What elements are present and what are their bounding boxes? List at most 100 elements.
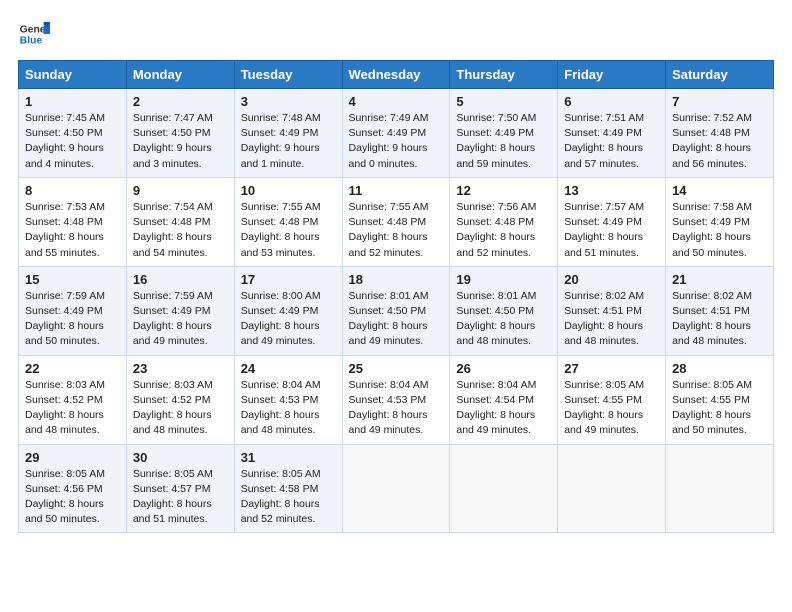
day-info: Sunrise: 8:01 AMSunset: 4:50 PMDaylight:…: [456, 290, 536, 348]
day-number: 11: [349, 183, 444, 198]
day-info: Sunrise: 8:01 AMSunset: 4:50 PMDaylight:…: [349, 290, 429, 348]
calendar-cell: 28Sunrise: 8:05 AMSunset: 4:55 PMDayligh…: [666, 355, 774, 444]
day-info: Sunrise: 7:54 AMSunset: 4:48 PMDaylight:…: [133, 201, 213, 259]
day-info: Sunrise: 8:04 AMSunset: 4:53 PMDaylight:…: [349, 379, 429, 437]
weekday-header: Saturday: [666, 61, 774, 89]
day-info: Sunrise: 8:02 AMSunset: 4:51 PMDaylight:…: [564, 290, 644, 348]
day-info: Sunrise: 8:04 AMSunset: 4:53 PMDaylight:…: [241, 379, 321, 437]
day-number: 7: [672, 94, 767, 109]
day-info: Sunrise: 7:57 AMSunset: 4:49 PMDaylight:…: [564, 201, 644, 259]
day-info: Sunrise: 8:05 AMSunset: 4:56 PMDaylight:…: [25, 468, 105, 526]
day-info: Sunrise: 7:49 AMSunset: 4:49 PMDaylight:…: [349, 112, 429, 170]
calendar-cell: 11 Sunrise: 7:55 AMSunset: 4:48 PMDayligh…: [342, 177, 450, 266]
calendar-cell: 8 Sunrise: 7:53 AMSunset: 4:48 PMDaylight…: [19, 177, 127, 266]
day-number: 22: [25, 361, 120, 376]
day-info: Sunrise: 7:50 AMSunset: 4:49 PMDaylight:…: [456, 112, 536, 170]
day-info: Sunrise: 7:47 AMSunset: 4:50 PMDaylight:…: [133, 112, 213, 170]
day-number: 5: [456, 94, 551, 109]
page: General Blue SundayMondayTuesdayWednesda…: [0, 0, 792, 543]
day-number: 29: [25, 450, 120, 465]
calendar-cell: 18Sunrise: 8:01 AMSunset: 4:50 PMDayligh…: [342, 266, 450, 355]
day-info: Sunrise: 7:59 AMSunset: 4:49 PMDaylight:…: [133, 290, 213, 348]
calendar-cell: 9 Sunrise: 7:54 AMSunset: 4:48 PMDaylight…: [126, 177, 234, 266]
calendar-cell: 22Sunrise: 8:03 AMSunset: 4:52 PMDayligh…: [19, 355, 127, 444]
day-info: Sunrise: 8:00 AMSunset: 4:49 PMDaylight:…: [241, 290, 321, 348]
day-number: 8: [25, 183, 120, 198]
calendar-cell: [558, 444, 666, 533]
calendar-cell: [450, 444, 558, 533]
day-number: 15: [25, 272, 120, 287]
weekday-header: Tuesday: [234, 61, 342, 89]
calendar-week-row: 1 Sunrise: 7:45 AMSunset: 4:50 PMDaylight…: [19, 89, 774, 178]
calendar-week-row: 8 Sunrise: 7:53 AMSunset: 4:48 PMDaylight…: [19, 177, 774, 266]
day-number: 25: [349, 361, 444, 376]
calendar-week-row: 29 Sunrise: 8:05 AMSunset: 4:56 PMDayligh…: [19, 444, 774, 533]
calendar-cell: 30 Sunrise: 8:05 AMSunset: 4:57 PMDayligh…: [126, 444, 234, 533]
day-info: Sunrise: 7:56 AMSunset: 4:48 PMDaylight:…: [456, 201, 536, 259]
day-number: 1: [25, 94, 120, 109]
day-number: 14: [672, 183, 767, 198]
calendar-cell: 16Sunrise: 7:59 AMSunset: 4:49 PMDayligh…: [126, 266, 234, 355]
calendar-week-row: 22Sunrise: 8:03 AMSunset: 4:52 PMDayligh…: [19, 355, 774, 444]
day-info: Sunrise: 7:55 AMSunset: 4:48 PMDaylight:…: [349, 201, 429, 259]
logo-icon: General Blue: [18, 18, 50, 50]
calendar-cell: 15 Sunrise: 7:59 AMSunset: 4:49 PMDayligh…: [19, 266, 127, 355]
calendar-cell: [666, 444, 774, 533]
day-info: Sunrise: 8:02 AMSunset: 4:51 PMDaylight:…: [672, 290, 752, 348]
calendar-cell: 14Sunrise: 7:58 AMSunset: 4:49 PMDayligh…: [666, 177, 774, 266]
calendar-cell: 26 Sunrise: 8:04 AMSunset: 4:54 PMDayligh…: [450, 355, 558, 444]
day-info: Sunrise: 7:45 AMSunset: 4:50 PMDaylight:…: [25, 112, 105, 170]
day-info: Sunrise: 7:53 AMSunset: 4:48 PMDaylight:…: [25, 201, 105, 259]
day-number: 19: [456, 272, 551, 287]
calendar-cell: 25 Sunrise: 8:04 AMSunset: 4:53 PMDayligh…: [342, 355, 450, 444]
header: General Blue: [18, 18, 774, 50]
calendar-cell: 21Sunrise: 8:02 AMSunset: 4:51 PMDayligh…: [666, 266, 774, 355]
calendar-cell: 6 Sunrise: 7:51 AMSunset: 4:49 PMDaylight…: [558, 89, 666, 178]
day-number: 4: [349, 94, 444, 109]
day-number: 6: [564, 94, 659, 109]
day-info: Sunrise: 7:55 AMSunset: 4:48 PMDaylight:…: [241, 201, 321, 259]
calendar-cell: 17 Sunrise: 8:00 AMSunset: 4:49 PMDayligh…: [234, 266, 342, 355]
calendar-cell: 10 Sunrise: 7:55 AMSunset: 4:48 PMDayligh…: [234, 177, 342, 266]
calendar-cell: 24 Sunrise: 8:04 AMSunset: 4:53 PMDayligh…: [234, 355, 342, 444]
day-info: Sunrise: 7:51 AMSunset: 4:49 PMDaylight:…: [564, 112, 644, 170]
calendar-cell: 20 Sunrise: 8:02 AMSunset: 4:51 PMDayligh…: [558, 266, 666, 355]
day-info: Sunrise: 8:05 AMSunset: 4:58 PMDaylight:…: [241, 468, 321, 526]
day-info: Sunrise: 8:04 AMSunset: 4:54 PMDaylight:…: [456, 379, 536, 437]
day-number: 30: [133, 450, 228, 465]
day-number: 3: [241, 94, 336, 109]
weekday-header: Friday: [558, 61, 666, 89]
calendar-cell: 12Sunrise: 7:56 AMSunset: 4:48 PMDayligh…: [450, 177, 558, 266]
calendar-cell: 29 Sunrise: 8:05 AMSunset: 4:56 PMDayligh…: [19, 444, 127, 533]
day-number: 17: [241, 272, 336, 287]
calendar-cell: [342, 444, 450, 533]
calendar-table: SundayMondayTuesdayWednesdayThursdayFrid…: [18, 60, 774, 533]
day-info: Sunrise: 7:48 AMSunset: 4:49 PMDaylight:…: [241, 112, 321, 170]
day-number: 24: [241, 361, 336, 376]
calendar-week-row: 15 Sunrise: 7:59 AMSunset: 4:49 PMDayligh…: [19, 266, 774, 355]
calendar-cell: 2 Sunrise: 7:47 AMSunset: 4:50 PMDaylight…: [126, 89, 234, 178]
day-info: Sunrise: 8:05 AMSunset: 4:55 PMDaylight:…: [564, 379, 644, 437]
calendar-cell: 19 Sunrise: 8:01 AMSunset: 4:50 PMDayligh…: [450, 266, 558, 355]
calendar-cell: 5 Sunrise: 7:50 AMSunset: 4:49 PMDaylight…: [450, 89, 558, 178]
calendar-cell: 1 Sunrise: 7:45 AMSunset: 4:50 PMDaylight…: [19, 89, 127, 178]
day-number: 9: [133, 183, 228, 198]
calendar-cell: 27Sunrise: 8:05 AMSunset: 4:55 PMDayligh…: [558, 355, 666, 444]
day-number: 2: [133, 94, 228, 109]
day-info: Sunrise: 7:59 AMSunset: 4:49 PMDaylight:…: [25, 290, 105, 348]
day-number: 20: [564, 272, 659, 287]
calendar-cell: 4 Sunrise: 7:49 AMSunset: 4:49 PMDaylight…: [342, 89, 450, 178]
logo: General Blue: [18, 18, 50, 50]
svg-text:Blue: Blue: [20, 36, 43, 47]
calendar-cell: 7Sunrise: 7:52 AMSunset: 4:48 PMDaylight…: [666, 89, 774, 178]
day-info: Sunrise: 8:05 AMSunset: 4:57 PMDaylight:…: [133, 468, 213, 526]
day-number: 10: [241, 183, 336, 198]
day-info: Sunrise: 8:05 AMSunset: 4:55 PMDaylight:…: [672, 379, 752, 437]
calendar-cell: 31 Sunrise: 8:05 AMSunset: 4:58 PMDayligh…: [234, 444, 342, 533]
day-number: 26: [456, 361, 551, 376]
header-row: SundayMondayTuesdayWednesdayThursdayFrid…: [19, 61, 774, 89]
calendar-cell: 23Sunrise: 8:03 AMSunset: 4:52 PMDayligh…: [126, 355, 234, 444]
weekday-header: Wednesday: [342, 61, 450, 89]
calendar-cell: 13Sunrise: 7:57 AMSunset: 4:49 PMDayligh…: [558, 177, 666, 266]
day-number: 31: [241, 450, 336, 465]
